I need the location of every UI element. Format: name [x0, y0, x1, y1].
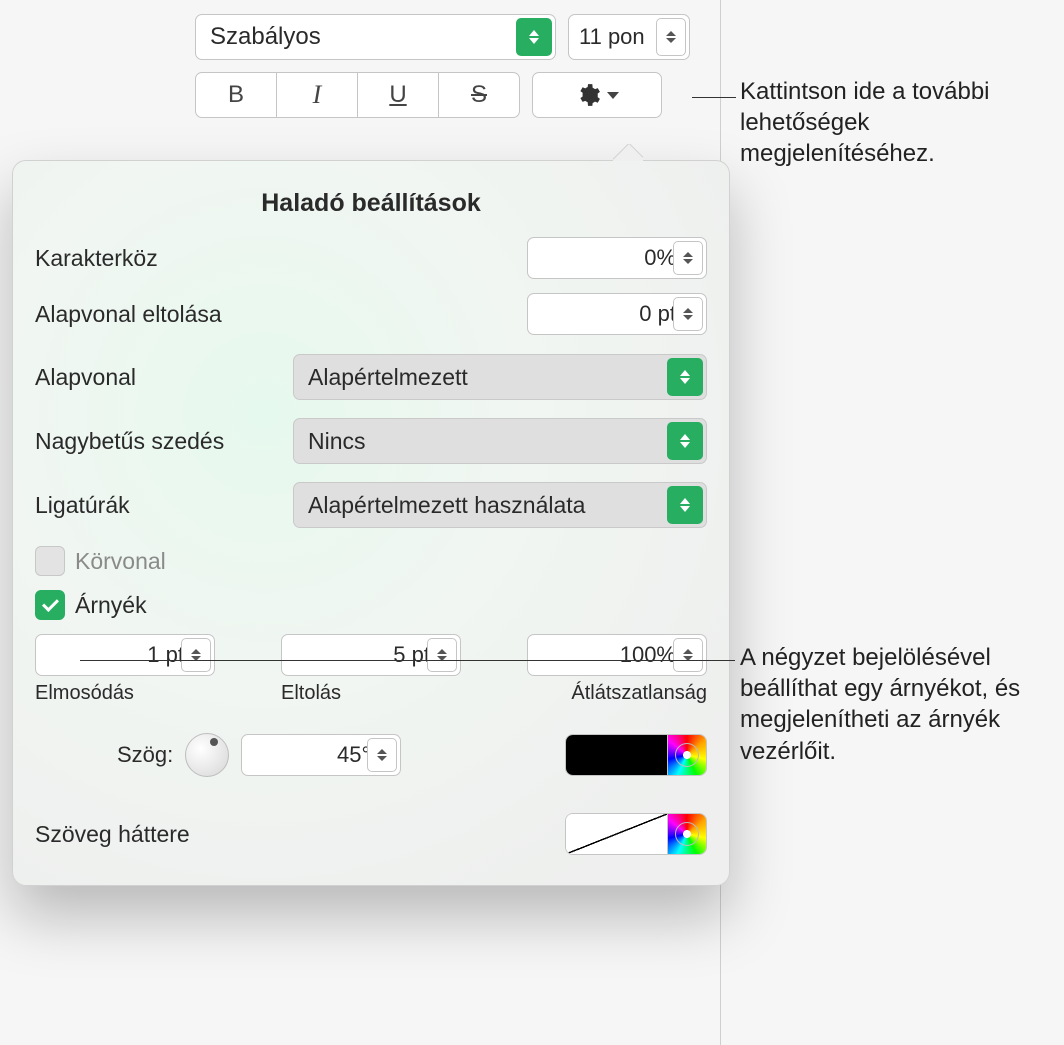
capitalization-select[interactable]: Nincs — [293, 418, 707, 464]
dropdown-arrows-icon — [667, 422, 703, 460]
baseline-shift-label: Alapvonal eltolása — [35, 301, 222, 328]
gear-icon — [575, 82, 601, 108]
stepper-arrows-icon[interactable] — [673, 297, 703, 331]
character-spacing-label: Karakterköz — [35, 245, 158, 272]
shadow-angle-value: 45° — [337, 742, 370, 768]
ligatures-select[interactable]: Alapértelmezett használata — [293, 482, 707, 528]
baseline-label: Alapvonal — [35, 364, 136, 391]
capitalization-label: Nagybetűs szedés — [35, 428, 224, 455]
underline-icon: U — [389, 81, 406, 109]
shadow-offset-stepper[interactable]: 5 pt — [281, 634, 461, 676]
dropdown-arrows-icon — [667, 486, 703, 524]
shadow-opacity-label: Átlátszatlanság — [527, 682, 707, 705]
popover-arrow — [613, 144, 643, 161]
shadow-checkbox[interactable] — [35, 590, 65, 620]
stepper-arrows-icon[interactable] — [181, 638, 211, 672]
shadow-offset-value: 5 pt — [393, 642, 430, 668]
stepper-arrows-icon[interactable] — [673, 638, 703, 672]
shadow-blur-value: 1 pt — [147, 642, 184, 668]
underline-button[interactable]: U — [358, 73, 439, 117]
format-sidebar: Szabályos 11 pon B I U S — [0, 0, 721, 1045]
baseline-shift-stepper[interactable]: 0 pt — [527, 293, 707, 335]
text-style-segmented: B I U S — [195, 72, 520, 118]
shadow-blur-stepper[interactable]: 1 pt — [35, 634, 215, 676]
advanced-options-popover: Haladó beállítások Karakterköz 0% Alapvo… — [12, 160, 730, 886]
stepper-arrows-icon[interactable] — [367, 738, 397, 772]
outline-label: Körvonal — [75, 548, 166, 575]
font-toolbar: Szabályos 11 pon B I U S — [195, 14, 690, 118]
stepper-arrows-icon[interactable] — [427, 638, 457, 672]
shadow-angle-dial[interactable] — [185, 733, 229, 777]
shadow-opacity-value: 100% — [620, 642, 676, 668]
callout-gear: Kattintson ide a további lehetőségek meg… — [740, 76, 1050, 170]
color-picker-icon[interactable] — [667, 814, 706, 854]
shadow-color-well[interactable] — [565, 734, 707, 776]
font-size-field[interactable]: 11 pon — [568, 14, 690, 60]
popover-title: Haladó beállítások — [35, 189, 707, 218]
shadow-offset-label: Eltolás — [281, 682, 461, 705]
strikethrough-button[interactable]: S — [439, 73, 519, 117]
stepper-arrows-icon[interactable] — [673, 241, 703, 275]
dropdown-arrows-icon — [667, 358, 703, 396]
italic-button[interactable]: I — [277, 73, 358, 117]
shadow-angle-label: Szög: — [117, 742, 173, 768]
ligatures-value: Alapértelmezett használata — [308, 492, 585, 519]
capitalization-value: Nincs — [308, 428, 366, 455]
shadow-opacity-stepper[interactable]: 100% — [527, 634, 707, 676]
callout-line — [80, 660, 735, 661]
text-background-label: Szöveg háttere — [35, 821, 190, 848]
text-background-color-well[interactable] — [565, 813, 707, 855]
callout-line — [692, 97, 736, 98]
stepper-arrows-icon[interactable] — [656, 18, 686, 56]
angle-indicator — [210, 738, 218, 746]
font-style-select[interactable]: Szabályos — [195, 14, 556, 60]
text-background-swatch[interactable] — [566, 814, 667, 854]
italic-icon: I — [313, 80, 322, 110]
callout-shadow: A négyzet bejelölésével beállíthat egy á… — [740, 642, 1060, 767]
shadow-color-swatch[interactable] — [566, 735, 667, 775]
dropdown-arrows-icon — [516, 18, 552, 56]
outline-checkbox[interactable] — [35, 546, 65, 576]
bold-icon: B — [228, 81, 244, 109]
character-spacing-stepper[interactable]: 0% — [527, 237, 707, 279]
shadow-label: Árnyék — [75, 592, 147, 619]
bold-button[interactable]: B — [196, 73, 277, 117]
font-style-value: Szabályos — [210, 23, 321, 51]
shadow-angle-stepper[interactable]: 45° — [241, 734, 401, 776]
checkmark-icon — [42, 597, 58, 613]
ligatures-label: Ligatúrák — [35, 492, 130, 519]
chevron-down-icon — [607, 92, 619, 99]
color-picker-icon[interactable] — [667, 735, 706, 775]
baseline-value: Alapértelmezett — [308, 364, 468, 391]
shadow-blur-label: Elmosódás — [35, 682, 215, 705]
font-size-value: 11 pon — [579, 24, 645, 50]
character-spacing-value: 0% — [644, 245, 676, 271]
strikethrough-icon: S — [471, 81, 487, 109]
baseline-select[interactable]: Alapértelmezett — [293, 354, 707, 400]
baseline-shift-value: 0 pt — [639, 301, 676, 327]
advanced-options-button[interactable] — [532, 72, 662, 118]
